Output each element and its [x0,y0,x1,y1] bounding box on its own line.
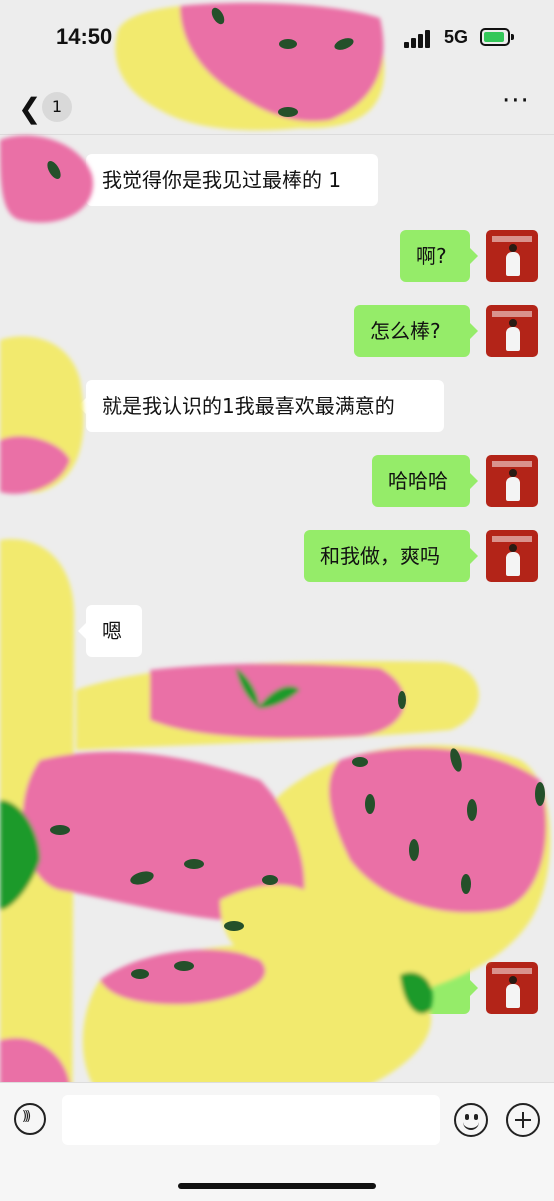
received-message[interactable]: 我觉得你是我见过最棒的 1 [78,154,378,206]
message-timestamp: 0:1 [260,916,283,932]
sent-message[interactable] [410,962,478,1014]
received-message[interactable]: 嗯 [78,605,142,657]
unread-count-badge[interactable]: 1 [42,92,72,122]
avatar[interactable] [486,530,538,582]
received-message[interactable]: 就是我认识的1我最喜欢最满意的 [78,380,444,432]
signal-icon [404,30,434,48]
sent-message[interactable]: 啊? [400,230,478,282]
network-type: 5G [444,27,469,47]
message-input[interactable] [62,1095,440,1145]
sent-message[interactable]: 哈哈哈 [372,455,478,507]
more-options-icon[interactable]: ··· [502,86,530,116]
status-bar: 14:50 5G [0,0,554,80]
avatar[interactable] [486,305,538,357]
emoji-icon[interactable] [454,1103,488,1137]
plus-icon[interactable] [506,1103,540,1137]
status-time: 14:50 [56,24,113,49]
avatar[interactable] [486,230,538,282]
header-divider [0,134,554,135]
home-indicator [178,1183,376,1189]
avatar[interactable] [486,962,538,1014]
sent-message[interactable]: 怎么棒? [354,305,478,357]
voice-icon[interactable] [14,1103,46,1135]
avatar[interactable] [486,455,538,507]
chat-header: ❮ 1 ··· [0,82,554,134]
battery-icon [480,28,514,46]
sent-message[interactable]: 和我做，爽吗 [304,530,478,582]
chevron-left-icon[interactable]: ❮ [18,92,41,125]
